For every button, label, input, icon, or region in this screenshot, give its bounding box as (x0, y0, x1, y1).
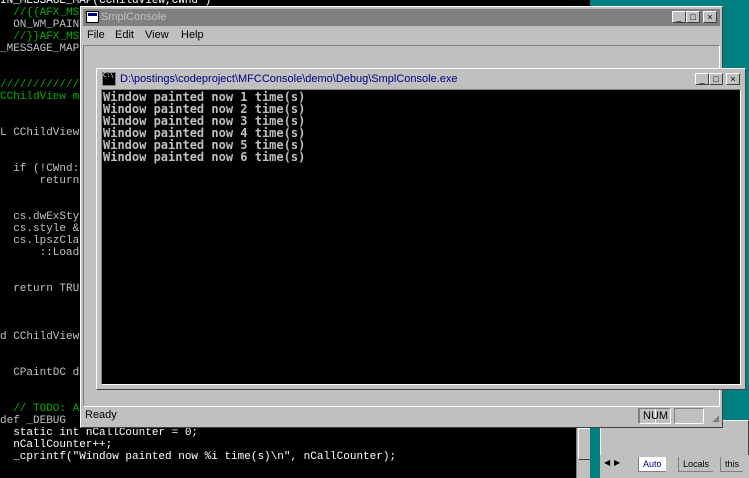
status-text: Ready (85, 409, 117, 421)
maximize-icon: □ (690, 12, 696, 22)
code-line: _MESSAGE_MAP() (0, 43, 93, 55)
close-icon: × (707, 12, 713, 22)
code-line: return TRUE; (0, 283, 93, 295)
menu-view[interactable]: View (145, 29, 169, 41)
maximize-button[interactable]: □ (686, 11, 700, 23)
tab-auto[interactable]: Auto (638, 457, 666, 472)
menu-edit[interactable]: Edit (115, 29, 134, 41)
code-line: nCallCounter++; (0, 439, 113, 451)
size-grip-icon[interactable]: ◢ (712, 413, 719, 424)
console-close-button[interactable]: × (726, 73, 740, 85)
code-line: //////////// (0, 79, 80, 91)
minimize-icon: _ (676, 12, 682, 22)
menu-help[interactable]: Help (181, 29, 204, 41)
menu-bar: File Edit View Help (83, 27, 720, 45)
tab-locals[interactable]: Locals (678, 457, 714, 472)
status-bar: Ready NUM ◢ (83, 407, 720, 425)
minimize-button[interactable]: _ (672, 11, 686, 23)
console-output[interactable]: Window painted now 1 time(s) Window paint… (101, 89, 741, 385)
console-minimize-button[interactable]: _ (695, 73, 709, 85)
console-title: D:\postings\codeproject\MFCConsole\demo\… (120, 73, 458, 85)
status-num-indicator: NUM (639, 408, 671, 424)
close-icon: × (730, 74, 736, 84)
console-titlebar[interactable]: D:\postings\codeproject\MFCConsole\demo\… (99, 71, 743, 88)
menu-file[interactable]: File (87, 29, 105, 41)
console-maximize-button[interactable]: □ (709, 73, 723, 85)
maximize-icon: □ (713, 74, 719, 84)
smplconsole-titlebar[interactable]: SmplConsole _ □ × (83, 9, 720, 26)
code-line: def _DEBUG (0, 415, 67, 427)
app-icon[interactable] (86, 11, 99, 23)
console-window[interactable]: D:\postings\codeproject\MFCConsole\demo\… (96, 68, 746, 390)
debug-tab-strip: ◀ ▶ Auto Locals this (600, 455, 749, 478)
close-button[interactable]: × (703, 11, 717, 23)
code-line: static int nCallCounter = 0; (0, 427, 199, 439)
tab-this[interactable]: this (720, 457, 744, 472)
tab-nav-left-icon[interactable]: ◀ (604, 458, 610, 467)
status-pane-scrl (674, 408, 704, 424)
window-title: SmplConsole (101, 11, 167, 23)
console-output-line: Window painted now 6 time(s) (103, 150, 306, 164)
tab-nav-right-icon[interactable]: ▶ (614, 458, 620, 467)
minimize-icon: _ (699, 74, 705, 84)
code-line: _cprintf("Window painted now %i time(s)\… (0, 451, 397, 463)
console-icon[interactable] (102, 72, 116, 86)
